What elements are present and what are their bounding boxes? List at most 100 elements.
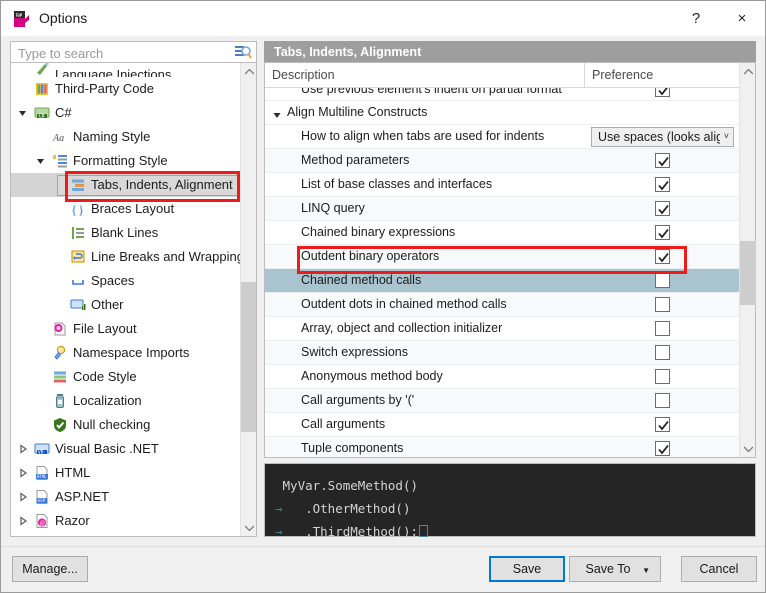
row-dropdown[interactable]: Use spaces (looks aligne˅ bbox=[591, 127, 734, 147]
row-description: Array, object and collection initializer bbox=[301, 321, 503, 335]
table-row[interactable]: List of base classes and interfaces bbox=[265, 173, 739, 197]
grid-scroll-up-icon[interactable] bbox=[740, 63, 756, 80]
sidebar-item-c[interactable]: C# C# bbox=[11, 101, 240, 125]
sidebar-item-line-breaks-and-wrapping[interactable]: Line Breaks and Wrapping bbox=[11, 245, 240, 269]
dialog-footer: Manage... Save Save To ▼ Cancel bbox=[1, 546, 765, 592]
row-checkbox[interactable] bbox=[655, 201, 670, 216]
spaces-icon bbox=[70, 273, 86, 289]
tree-scroll-thumb[interactable] bbox=[241, 282, 256, 432]
tab-marker-icon: → bbox=[275, 501, 283, 516]
sidebar-item-code-style[interactable]: Code Style bbox=[11, 365, 240, 389]
row-checkbox[interactable] bbox=[655, 321, 670, 336]
search-input[interactable] bbox=[16, 42, 225, 64]
sidebar-item-formatting-style[interactable]: Formatting Style bbox=[11, 149, 240, 173]
svg-text:Aa: Aa bbox=[52, 133, 64, 144]
row-checkbox[interactable] bbox=[655, 441, 670, 456]
localization-icon bbox=[52, 393, 68, 409]
save-to-button[interactable]: Save To ▼ bbox=[569, 556, 661, 582]
table-row[interactable]: Chained method calls bbox=[265, 269, 739, 293]
scroll-up-icon[interactable] bbox=[241, 63, 256, 80]
namespace-imports-icon bbox=[52, 345, 68, 361]
svg-text:}: } bbox=[78, 202, 84, 217]
settings-tree[interactable]: Language Injections Third-Party Code C# C# A… bbox=[10, 62, 257, 537]
table-row[interactable]: How to align when tabs are used for inde… bbox=[265, 125, 739, 149]
row-checkbox[interactable] bbox=[655, 345, 670, 360]
title-bar: R# Options ? × bbox=[1, 1, 765, 36]
sidebar-item-blank-lines[interactable]: Blank Lines bbox=[11, 221, 240, 245]
table-row[interactable]: Switch expressions bbox=[265, 341, 739, 365]
row-checkbox[interactable] bbox=[655, 297, 670, 312]
row-checkbox[interactable] bbox=[655, 249, 670, 264]
expander-collapsed-icon[interactable] bbox=[18, 444, 28, 454]
table-row[interactable]: Method parameters bbox=[265, 149, 739, 173]
row-checkbox[interactable] bbox=[655, 369, 670, 384]
expander-collapsed-icon[interactable] bbox=[18, 492, 28, 502]
chevron-down-icon: ˅ bbox=[723, 131, 729, 141]
sidebar-item-other[interactable]: Other bbox=[11, 293, 240, 317]
sidebar-item-tabs-indents-alignment[interactable]: Tabs, Indents, Alignment bbox=[11, 173, 240, 197]
svg-text:VB: VB bbox=[38, 450, 44, 456]
grid-header-row: Description Preference bbox=[265, 63, 755, 88]
table-row[interactable]: Call arguments by '(' bbox=[265, 389, 739, 413]
help-button[interactable]: ? bbox=[673, 1, 719, 36]
sidebar-item-naming-style[interactable]: Aa Naming Style bbox=[11, 125, 240, 149]
table-row[interactable]: Anonymous method body bbox=[265, 365, 739, 389]
sidebar-item-label: File Layout bbox=[73, 321, 137, 336]
row-checkbox[interactable] bbox=[655, 153, 670, 168]
table-row[interactable]: Outdent binary operators bbox=[265, 245, 739, 269]
sidebar-item-file-layout[interactable]: File Layout bbox=[11, 317, 240, 341]
search-box[interactable] bbox=[10, 41, 257, 64]
table-row[interactable]: LINQ query bbox=[265, 197, 739, 221]
sidebar-item-braces-layout[interactable]: {} Braces Layout bbox=[11, 197, 240, 221]
row-checkbox[interactable] bbox=[655, 417, 670, 432]
sidebar-item-asp-net[interactable]: ASP ASP.NET bbox=[11, 485, 240, 509]
settings-grid[interactable]: Description Preference Use previous elem… bbox=[264, 62, 756, 458]
close-button[interactable]: × bbox=[719, 1, 765, 36]
sidebar-item-spaces[interactable]: Spaces bbox=[11, 269, 240, 293]
row-checkbox[interactable] bbox=[655, 393, 670, 408]
row-description: Outdent dots in chained method calls bbox=[301, 297, 507, 311]
save-button[interactable]: Save bbox=[489, 556, 565, 582]
tree-scrollbar[interactable] bbox=[240, 63, 256, 536]
sidebar-item-label: Language Injections bbox=[55, 67, 172, 77]
code-preview: MyVar.SomeMethod() → .OtherMethod() → .Thi… bbox=[264, 463, 756, 539]
grid-scrollbar[interactable] bbox=[739, 63, 756, 457]
row-checkbox[interactable] bbox=[655, 273, 670, 288]
scroll-down-icon[interactable] bbox=[241, 519, 256, 536]
search-icon[interactable] bbox=[235, 45, 252, 60]
row-checkbox[interactable] bbox=[655, 88, 670, 97]
sidebar-item-label: Blank Lines bbox=[91, 225, 159, 240]
expander-collapsed-icon[interactable] bbox=[18, 468, 28, 478]
sidebar-item-namespace-imports[interactable]: Namespace Imports bbox=[11, 341, 240, 365]
table-row[interactable]: Array, object and collection initializer bbox=[265, 317, 739, 341]
expander-collapsed-icon[interactable] bbox=[18, 516, 28, 526]
expander-expanded-icon[interactable] bbox=[36, 156, 46, 166]
expander-expanded-icon[interactable] bbox=[18, 108, 28, 118]
table-row[interactable]: Outdent dots in chained method calls bbox=[265, 293, 739, 317]
grid-scroll-thumb[interactable] bbox=[740, 241, 756, 305]
sidebar-item-localization[interactable]: Localization bbox=[11, 389, 240, 413]
sidebar-item-third-party-code[interactable]: Third-Party Code bbox=[11, 77, 240, 101]
table-row[interactable]: Tuple components bbox=[265, 437, 739, 457]
table-row[interactable]: Call arguments bbox=[265, 413, 739, 437]
manage-button[interactable]: Manage... bbox=[12, 556, 88, 582]
sidebar-item-language-injections[interactable]: Language Injections bbox=[11, 63, 240, 77]
column-header-preference[interactable]: Preference bbox=[585, 63, 739, 87]
row-description: Anonymous method body bbox=[301, 369, 443, 383]
sidebar-item-visual-basic-net[interactable]: VB Visual Basic .NET bbox=[11, 437, 240, 461]
cancel-button[interactable]: Cancel bbox=[681, 556, 757, 582]
sidebar-item-razor[interactable]: @ Razor bbox=[11, 509, 240, 533]
sidebar-item-html[interactable]: HTML HTML bbox=[11, 461, 240, 485]
expander-expanded-icon[interactable] bbox=[273, 109, 282, 123]
chevron-down-icon: ▼ bbox=[642, 566, 650, 575]
row-checkbox[interactable] bbox=[655, 177, 670, 192]
grid-scroll-down-icon[interactable] bbox=[740, 440, 756, 457]
csharp-icon: C# bbox=[34, 105, 50, 121]
row-checkbox[interactable] bbox=[655, 225, 670, 240]
sidebar-item-label: ASP.NET bbox=[55, 489, 109, 504]
column-header-description[interactable]: Description bbox=[265, 63, 585, 87]
table-row[interactable]: Use previous element's indent on partial… bbox=[265, 88, 739, 101]
table-row[interactable]: Chained binary expressions bbox=[265, 221, 739, 245]
sidebar-item-null-checking[interactable]: Null checking bbox=[11, 413, 240, 437]
grid-group-row[interactable]: Align Multiline Constructs bbox=[265, 101, 739, 125]
